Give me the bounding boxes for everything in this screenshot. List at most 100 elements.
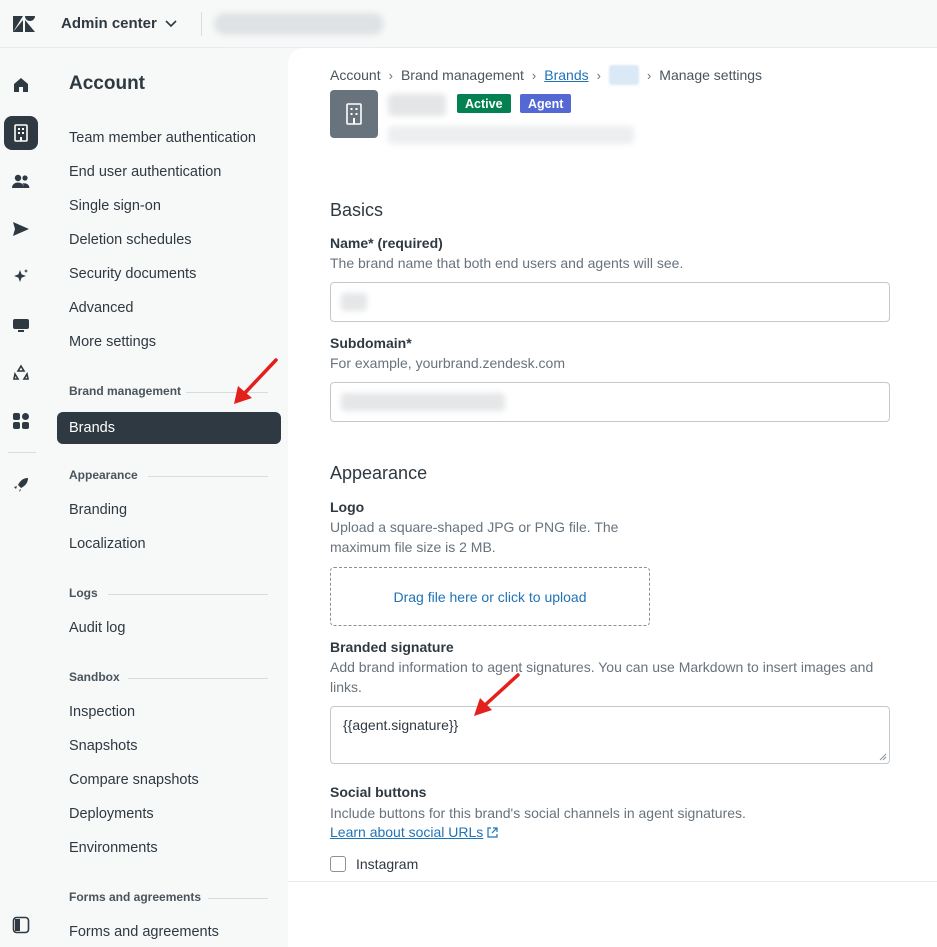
breadcrumb-current: Manage settings: [659, 67, 763, 83]
nav-item-compare-snapshots[interactable]: Compare snapshots: [69, 772, 199, 788]
learn-link-text: Learn about social URLs: [330, 824, 484, 840]
nav-section-brand-management: Brand management: [69, 384, 181, 398]
subdomain-value-redacted: [341, 393, 505, 411]
main-panel: Account › Brand management › Brands › › …: [288, 48, 937, 882]
brand-building-icon: [330, 90, 378, 138]
zendesk-logo-icon[interactable]: [0, 0, 48, 48]
breadcrumb: Account › Brand management › Brands › › …: [330, 65, 762, 85]
nav-item-forms-and-agreements[interactable]: Forms and agreements: [69, 924, 219, 940]
instagram-label: Instagram: [356, 856, 419, 872]
chevron-right-icon: ›: [531, 67, 537, 83]
social-label: Social buttons: [330, 784, 427, 800]
signature-hint-line1: Add brand information to agent signature…: [330, 659, 874, 675]
brand-url-redacted: [388, 126, 634, 144]
section-title: Logs: [69, 586, 98, 600]
section-divider: [128, 678, 268, 679]
chevron-down-icon: [165, 19, 177, 27]
signature-label: Branded signature: [330, 639, 454, 655]
top-divider: [200, 11, 202, 36]
section-title: Forms and agreements: [69, 890, 202, 904]
product-label: Admin center: [61, 15, 157, 32]
section-divider: [208, 898, 268, 899]
section-title: Sandbox: [69, 670, 120, 684]
subdomain-hint: For example, yourbrand.zendesk.com: [330, 355, 565, 371]
recycle-icon[interactable]: [4, 356, 38, 390]
section-divider: [148, 476, 268, 477]
breadcrumb-brand-redacted[interactable]: [608, 65, 639, 85]
name-value-redacted: [341, 293, 367, 311]
nav-item-environments[interactable]: Environments: [69, 840, 158, 856]
resize-grip-icon[interactable]: [877, 751, 887, 761]
external-link-icon: [487, 826, 498, 838]
sparkle-icon[interactable]: [4, 260, 38, 294]
nav-item-more-settings[interactable]: More settings: [69, 334, 156, 350]
top-bar: Admin center: [0, 0, 937, 48]
nav-item-team-member-authentication[interactable]: Team member authentication: [69, 130, 256, 146]
name-input[interactable]: [330, 282, 890, 322]
chevron-right-icon: ›: [596, 67, 601, 83]
section-title: Appearance: [69, 468, 138, 482]
nav-item-security-documents[interactable]: Security documents: [69, 266, 196, 282]
signature-textarea[interactable]: {{agent.signature}}: [330, 706, 890, 764]
learn-social-urls-link[interactable]: Learn about social URLs: [330, 824, 498, 840]
appearance-heading: Appearance: [330, 463, 428, 483]
name-hint: The brand name that both end users and a…: [330, 255, 684, 271]
nav-item-branding[interactable]: Branding: [69, 502, 127, 518]
social-hint: Include buttons for this brand's social …: [330, 805, 746, 821]
status-badge: Active: [457, 94, 511, 113]
home-icon[interactable]: [4, 68, 38, 102]
breadcrumb-brand-management[interactable]: Brand management: [401, 67, 524, 83]
nav-item-snapshots[interactable]: Snapshots: [69, 738, 138, 754]
breadcrumb-brands[interactable]: Brands: [544, 67, 588, 83]
logo-label: Logo: [330, 499, 365, 515]
logo-upload-dropzone[interactable]: Drag file here or click to upload: [330, 567, 650, 626]
main-panel-footer-area: [288, 882, 937, 947]
type-badge: Agent: [520, 94, 572, 113]
instagram-option[interactable]: Instagram: [330, 856, 418, 872]
nav-item-deployments[interactable]: Deployments: [69, 806, 154, 822]
nav-item-localization[interactable]: Localization: [69, 536, 146, 552]
section-divider: [186, 392, 268, 393]
building-icon[interactable]: [4, 116, 38, 150]
breadcrumb-account[interactable]: Account: [330, 67, 381, 83]
nav-item-label: Brands: [69, 420, 115, 436]
chevron-right-icon: ›: [646, 67, 652, 83]
send-icon[interactable]: [4, 212, 38, 246]
brand-name-redacted: [388, 94, 446, 116]
basics-heading: Basics: [330, 200, 384, 220]
sidebar-toggle-icon[interactable]: [4, 908, 38, 942]
subdomain-input[interactable]: [330, 382, 890, 422]
section-divider: [108, 594, 268, 595]
nav-section-sandbox: Sandbox: [69, 670, 120, 684]
people-icon[interactable]: [4, 164, 38, 198]
nav-section-forms-and-agreements: Forms and agreements: [69, 890, 201, 904]
signature-value: {{agent.signature}}: [343, 717, 459, 733]
nav-item-audit-log[interactable]: Audit log: [69, 620, 125, 636]
logo-hint-line2: maximum file size is 2 MB.: [330, 539, 496, 555]
nav-item-deletion-schedules[interactable]: Deletion schedules: [69, 232, 192, 248]
primary-nav-rail: [0, 48, 48, 947]
nav-section-appearance: Appearance: [69, 468, 138, 482]
nav-section-logs: Logs: [69, 586, 98, 600]
upload-text: Drag file here or click to upload: [393, 588, 587, 605]
chevron-right-icon: ›: [388, 67, 393, 83]
nav-item-advanced[interactable]: Advanced: [69, 300, 134, 316]
nav-item-brands[interactable]: Brands: [57, 412, 281, 444]
instagram-checkbox[interactable]: [330, 856, 346, 872]
section-title: Brand management: [69, 384, 182, 398]
secondary-nav: Account Team member authentication End u…: [48, 48, 288, 947]
rocket-icon[interactable]: [4, 468, 38, 502]
account-url-redacted: [213, 12, 384, 35]
logo-hint-line1: Upload a square-shaped JPG or PNG file. …: [330, 519, 619, 535]
nav-item-single-sign-on[interactable]: Single sign-on: [69, 198, 161, 214]
monitor-icon[interactable]: [4, 308, 38, 342]
product-switcher[interactable]: Admin center: [61, 15, 177, 32]
apps-icon[interactable]: [4, 404, 38, 438]
rail-divider: [8, 452, 36, 453]
name-label: Name* (required): [330, 235, 443, 251]
nav-item-end-user-authentication[interactable]: End user authentication: [69, 164, 221, 180]
nav-item-inspection[interactable]: Inspection: [69, 704, 135, 720]
nav-title: Account: [69, 73, 145, 94]
subdomain-label: Subdomain*: [330, 335, 412, 351]
signature-hint-line2: links.: [330, 679, 362, 695]
